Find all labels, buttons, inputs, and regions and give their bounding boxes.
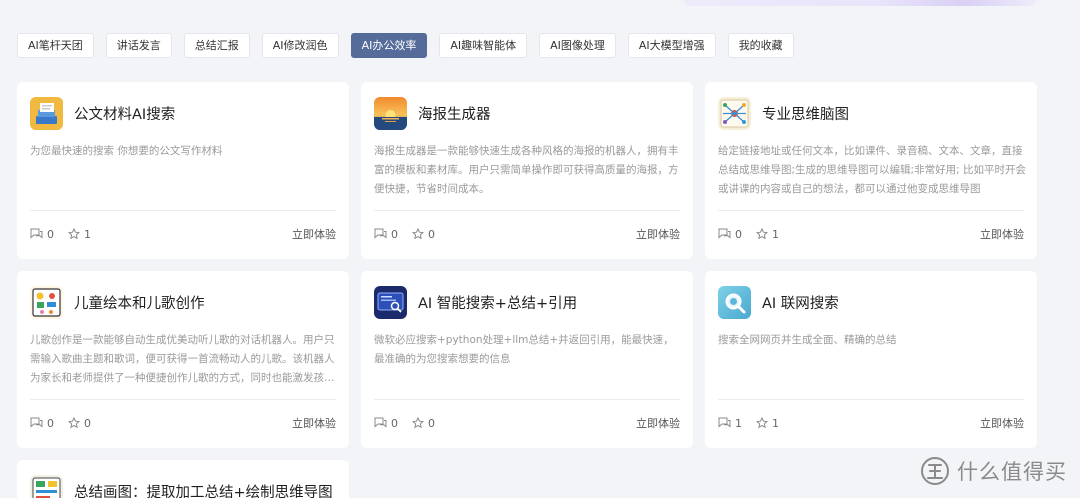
smart-search-icon xyxy=(374,286,407,319)
star-icon xyxy=(756,228,768,240)
document-stack-icon xyxy=(30,97,63,130)
tab-speech[interactable]: 讲话发言 xyxy=(105,33,172,58)
top-banner[interactable] xyxy=(684,0,1036,6)
summary-draw-icon xyxy=(30,475,63,498)
page: AI笔杆天团 讲话发言 总结汇报 AI修改润色 AI办公效率 AI趣味智能体 A… xyxy=(0,0,1080,498)
comment-icon xyxy=(374,228,387,239)
divider xyxy=(374,210,680,211)
comment-icon xyxy=(718,417,731,428)
card-description: 海报生成器是一款能够快速生成各种风格的海报的机器人，拥有丰富的模板和素材库。用户… xyxy=(374,145,679,195)
app-card[interactable]: 公文材料AI搜索 为您最快速的搜索 你想要的公文写作材料 0 1 立即体验 xyxy=(17,82,349,259)
card-description: 儿歌创作是一款能够自动生成优美动听儿歌的对话机器人。用户只需输入歌曲主题和歌词，… xyxy=(30,334,335,384)
comment-count: 1 xyxy=(718,417,742,430)
sunset-poster-icon xyxy=(374,97,407,130)
card-title: AI 智能搜索+总结+引用 xyxy=(418,296,578,312)
comment-count: 0 xyxy=(30,417,54,430)
like-count-value: 1 xyxy=(772,416,779,430)
smzdm-logo xyxy=(921,457,949,485)
tab-ai-image[interactable]: AI图像处理 xyxy=(539,33,616,58)
try-now-button[interactable]: 立即体验 xyxy=(292,226,336,242)
app-card[interactable]: AI 智能搜索+总结+引用 微软必应搜索+python处理+llm总结+并返回引… xyxy=(361,271,693,448)
try-now-button[interactable]: 立即体验 xyxy=(980,226,1024,242)
tab-ai-polish[interactable]: AI修改润色 xyxy=(261,33,339,58)
like-count: 0 xyxy=(68,417,91,430)
star-icon xyxy=(412,228,424,240)
star-icon xyxy=(756,417,768,429)
comment-count: 0 xyxy=(30,228,54,241)
comment-icon xyxy=(30,417,43,428)
like-count: 1 xyxy=(68,228,91,241)
app-card[interactable]: 海报生成器 海报生成器是一款能够快速生成各种风格的海报的机器人，拥有丰富的模板和… xyxy=(361,82,693,259)
comment-count: 0 xyxy=(718,228,742,241)
comment-icon xyxy=(30,228,43,239)
tab-ai-fun-agents[interactable]: AI趣味智能体 xyxy=(439,33,528,58)
star-icon xyxy=(412,417,424,429)
divider xyxy=(30,210,336,211)
tab-ai-llm[interactable]: AI大模型增强 xyxy=(627,33,716,58)
comment-icon xyxy=(374,417,387,428)
app-card[interactable]: AI 联网搜索 搜索全网网页并生成全面、精确的总结 1 1 立即体验 xyxy=(705,271,1037,448)
divider xyxy=(30,399,336,400)
web-search-icon xyxy=(718,286,751,319)
like-count-value: 0 xyxy=(428,416,435,430)
tab-summary-report[interactable]: 总结汇报 xyxy=(183,33,250,58)
watermark-text: 什么值得买 xyxy=(957,460,1067,484)
app-card[interactable]: 总结画图：提取加工总结+绘制思维导图 xyxy=(17,460,349,498)
comment-count: 0 xyxy=(374,228,398,241)
comment-count-value: 0 xyxy=(391,416,398,430)
tab-ai-writers[interactable]: AI笔杆天团 xyxy=(17,33,94,58)
card-title: 公文材料AI搜索 xyxy=(74,107,176,123)
like-count: 1 xyxy=(756,417,779,430)
divider xyxy=(718,399,1024,400)
try-now-button[interactable]: 立即体验 xyxy=(980,415,1024,431)
category-tabs: AI笔杆天团 讲话发言 总结汇报 AI修改润色 AI办公效率 AI趣味智能体 A… xyxy=(17,33,806,58)
like-count-value: 1 xyxy=(84,227,91,241)
card-description: 为您最快速的搜索 你想要的公文写作材料 xyxy=(30,145,223,157)
card-description: 微软必应搜索+python处理+llm总结+并返回引用，能最快速，最准确的为您搜… xyxy=(374,334,674,365)
card-title: 专业思维脑图 xyxy=(762,107,849,123)
divider xyxy=(374,399,680,400)
tab-ai-office[interactable]: AI办公效率 xyxy=(350,33,428,58)
mind-map-icon xyxy=(718,97,751,130)
try-now-button[interactable]: 立即体验 xyxy=(636,226,680,242)
comment-count: 0 xyxy=(374,417,398,430)
comment-count-value: 0 xyxy=(47,416,54,430)
comment-count-value: 0 xyxy=(391,227,398,241)
card-description: 搜索全网网页并生成全面、精确的总结 xyxy=(718,334,897,346)
like-count-value: 0 xyxy=(428,227,435,241)
watermark: 什么值得买 xyxy=(920,456,1067,486)
like-count-value: 0 xyxy=(84,416,91,430)
card-description: 给定链接地址或任何文本，比如课件、录音稿、文本、文章，直接总结成思维导图;生成的… xyxy=(718,145,1026,195)
like-count: 1 xyxy=(756,228,779,241)
card-title: 儿童绘本和儿歌创作 xyxy=(74,296,205,312)
divider xyxy=(718,210,1024,211)
try-now-button[interactable]: 立即体验 xyxy=(292,415,336,431)
like-count: 0 xyxy=(412,417,435,430)
card-title: AI 联网搜索 xyxy=(762,296,839,312)
star-icon xyxy=(68,228,80,240)
comment-icon xyxy=(718,228,731,239)
card-title: 总结画图：提取加工总结+绘制思维导图 xyxy=(74,485,333,498)
like-count: 0 xyxy=(412,228,435,241)
app-card[interactable]: 儿童绘本和儿歌创作 儿歌创作是一款能够自动生成优美动听儿歌的对话机器人。用户只需… xyxy=(17,271,349,448)
comment-count-value: 1 xyxy=(735,416,742,430)
comment-count-value: 0 xyxy=(47,227,54,241)
star-icon xyxy=(68,417,80,429)
try-now-button[interactable]: 立即体验 xyxy=(636,415,680,431)
comment-count-value: 0 xyxy=(735,227,742,241)
like-count-value: 1 xyxy=(772,227,779,241)
tab-favorites[interactable]: 我的收藏 xyxy=(727,33,794,58)
app-card[interactable]: 专业思维脑图 给定链接地址或任何文本，比如课件、录音稿、文本、文章，直接总结成思… xyxy=(705,82,1037,259)
picture-book-icon xyxy=(30,286,63,319)
card-title: 海报生成器 xyxy=(418,107,491,123)
